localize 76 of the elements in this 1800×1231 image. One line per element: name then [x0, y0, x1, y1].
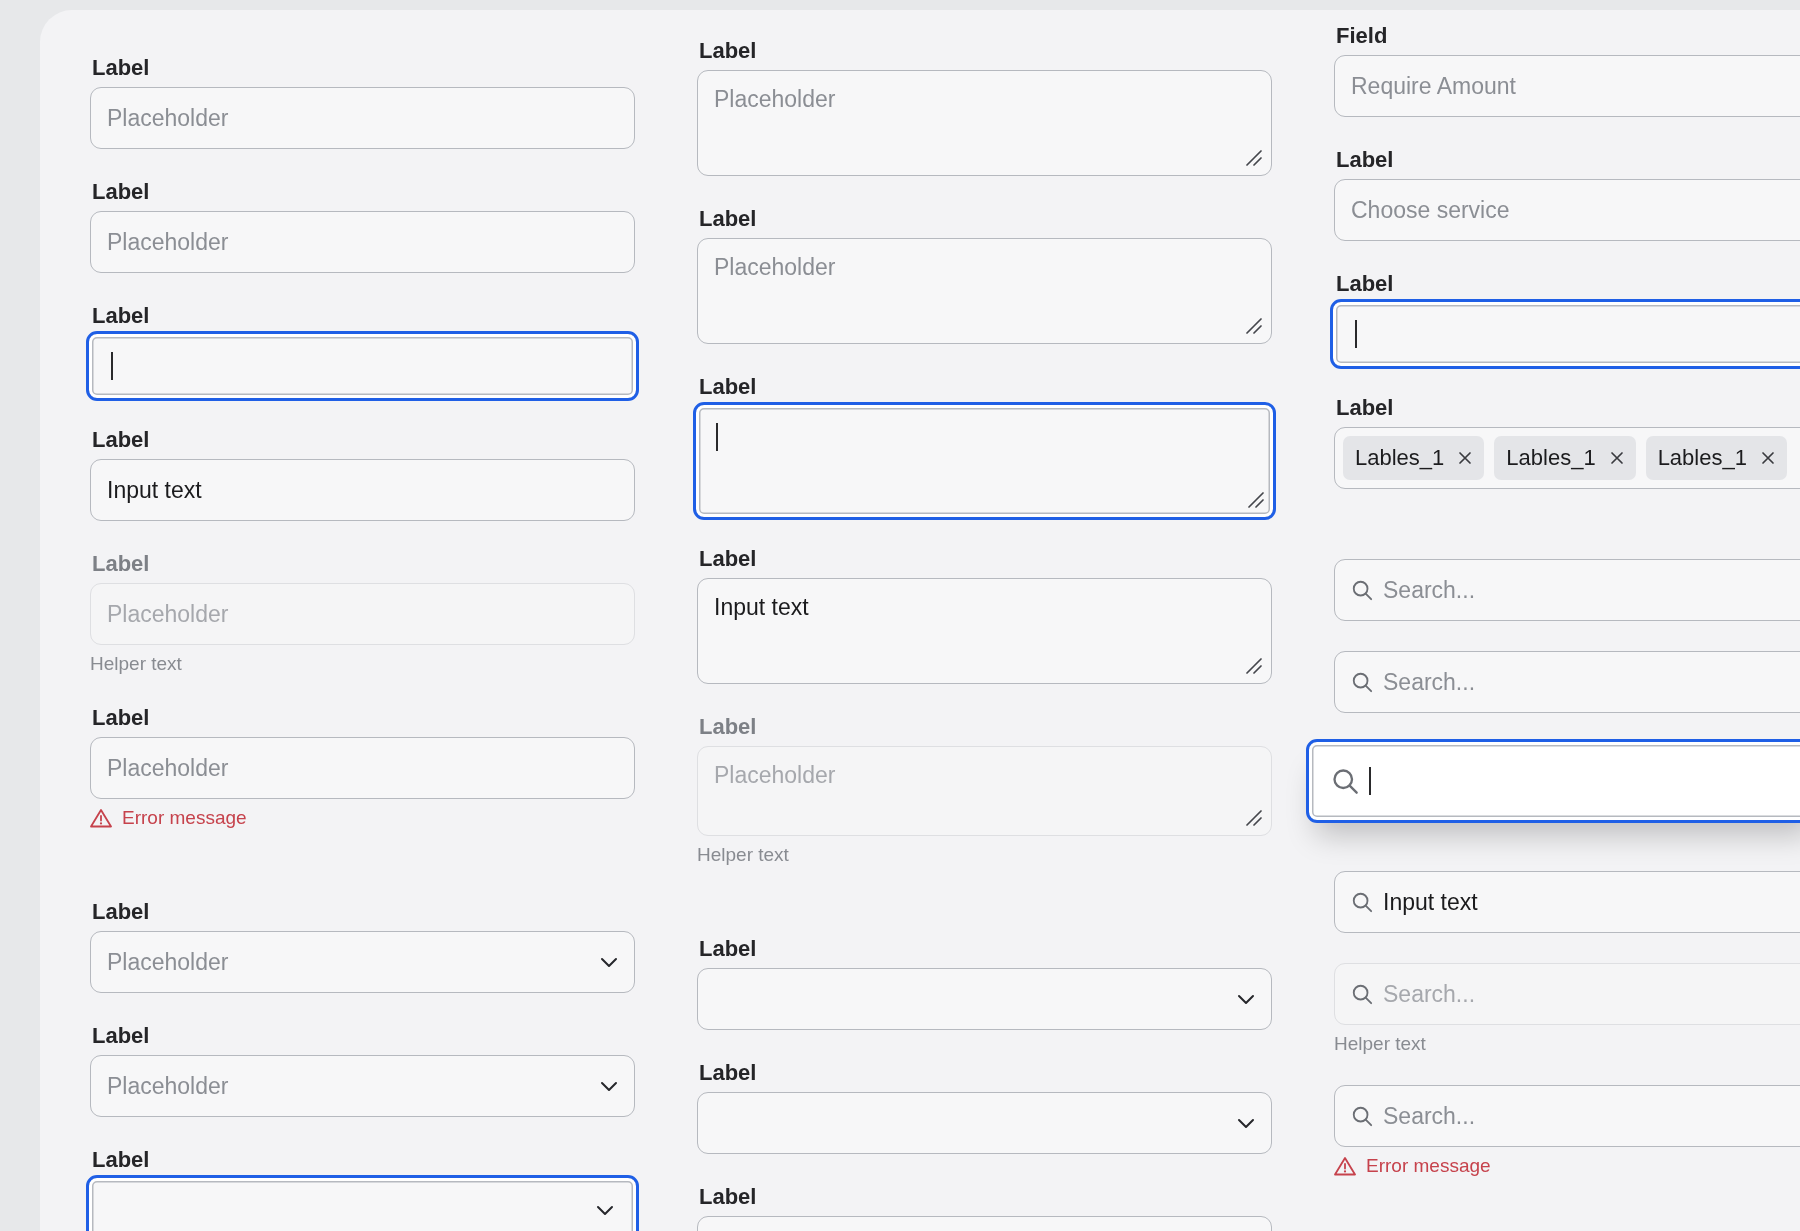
- text-area[interactable]: Placeholder: [697, 70, 1272, 176]
- error-message: Error message: [122, 807, 247, 829]
- field-label: Label: [698, 714, 757, 740]
- resize-handle-icon[interactable]: [1244, 656, 1262, 674]
- select-field[interactable]: [697, 968, 1272, 1030]
- text-cursor-icon: [1355, 320, 1357, 348]
- field-label: Label: [91, 1023, 150, 1049]
- field-label: Label: [698, 38, 757, 64]
- field-label: Label: [1335, 147, 1394, 173]
- search-field[interactable]: Search...: [1334, 1085, 1800, 1147]
- search-icon: [1351, 983, 1373, 1005]
- field-label: Label: [91, 427, 150, 453]
- select-field[interactable]: Placeholder: [90, 931, 635, 993]
- text-area[interactable]: Placeholder: [697, 238, 1272, 344]
- field-label: Label: [91, 551, 150, 577]
- field-label: Label: [91, 899, 150, 925]
- field-label: Label: [91, 55, 150, 81]
- search-icon: [1351, 891, 1373, 913]
- field-label: Label: [698, 1060, 757, 1086]
- chevron-down-icon: [1237, 1117, 1255, 1129]
- text-field[interactable]: Placeholder: [90, 211, 635, 273]
- close-icon[interactable]: [1609, 451, 1624, 465]
- text-field[interactable]: Placeholder: [90, 737, 635, 799]
- chevron-down-icon: [1237, 993, 1255, 1005]
- resize-handle-icon[interactable]: [1244, 148, 1262, 166]
- close-icon[interactable]: [1760, 451, 1775, 465]
- field-label: Label: [91, 303, 150, 329]
- field-label: Label: [698, 936, 757, 962]
- field-label: Label: [698, 374, 757, 400]
- text-area[interactable]: [693, 402, 1276, 520]
- search-icon: [1331, 767, 1359, 795]
- warning-icon: [90, 808, 112, 828]
- resize-handle-icon[interactable]: [1246, 490, 1264, 508]
- chevron-down-icon: [600, 1080, 618, 1092]
- close-icon[interactable]: [1458, 451, 1473, 465]
- text-field[interactable]: Input text: [90, 459, 635, 521]
- field-label: Label: [698, 1184, 757, 1210]
- error-message: Error message: [1366, 1155, 1491, 1177]
- text-field[interactable]: [86, 331, 639, 401]
- field-label: Label: [698, 546, 757, 572]
- search-icon: [1351, 1105, 1373, 1127]
- field-label: Label: [91, 705, 150, 731]
- text-field[interactable]: Placeholder: [90, 87, 635, 149]
- field-label: Label: [91, 1147, 150, 1173]
- helper-text: Helper text: [697, 844, 789, 866]
- text-cursor-icon: [716, 423, 718, 451]
- tags-field[interactable]: Lables_1 Lables_1 Lables_1: [1334, 427, 1800, 489]
- select-field[interactable]: Placeholder: [90, 1055, 635, 1117]
- field-label: Field: [1335, 23, 1388, 49]
- tag-chip[interactable]: Lables_1: [1645, 436, 1787, 480]
- helper-text: Helper text: [1334, 1033, 1426, 1055]
- tag-chip[interactable]: Lables_1: [1494, 436, 1636, 480]
- text-area[interactable]: Input text: [697, 578, 1272, 684]
- text-field[interactable]: Choose service: [1334, 179, 1800, 241]
- helper-text: Helper text: [90, 653, 182, 675]
- field-label: Label: [1335, 271, 1394, 297]
- field-label: Label: [91, 179, 150, 205]
- text-cursor-icon: [111, 352, 113, 380]
- field-label: Label: [1335, 395, 1394, 421]
- search-field[interactable]: Search...: [1334, 651, 1800, 713]
- search-icon: [1351, 579, 1373, 601]
- field-label: Label: [698, 206, 757, 232]
- text-cursor-icon: [1369, 767, 1371, 795]
- tag-chip[interactable]: Lables_1: [1343, 436, 1485, 480]
- text-field[interactable]: [1330, 299, 1800, 369]
- warning-icon: [1334, 1156, 1356, 1176]
- search-icon: [1351, 671, 1373, 693]
- text-field[interactable]: Require Amount: [1334, 55, 1800, 117]
- select-field[interactable]: [86, 1175, 639, 1231]
- resize-handle-icon[interactable]: [1244, 316, 1262, 334]
- chevron-down-icon: [600, 956, 618, 968]
- select-field[interactable]: [697, 1092, 1272, 1154]
- search-field[interactable]: Input text: [1334, 871, 1800, 933]
- search-field[interactable]: Search...: [1334, 559, 1800, 621]
- chevron-down-icon: [596, 1204, 614, 1216]
- search-field[interactable]: [1306, 739, 1800, 823]
